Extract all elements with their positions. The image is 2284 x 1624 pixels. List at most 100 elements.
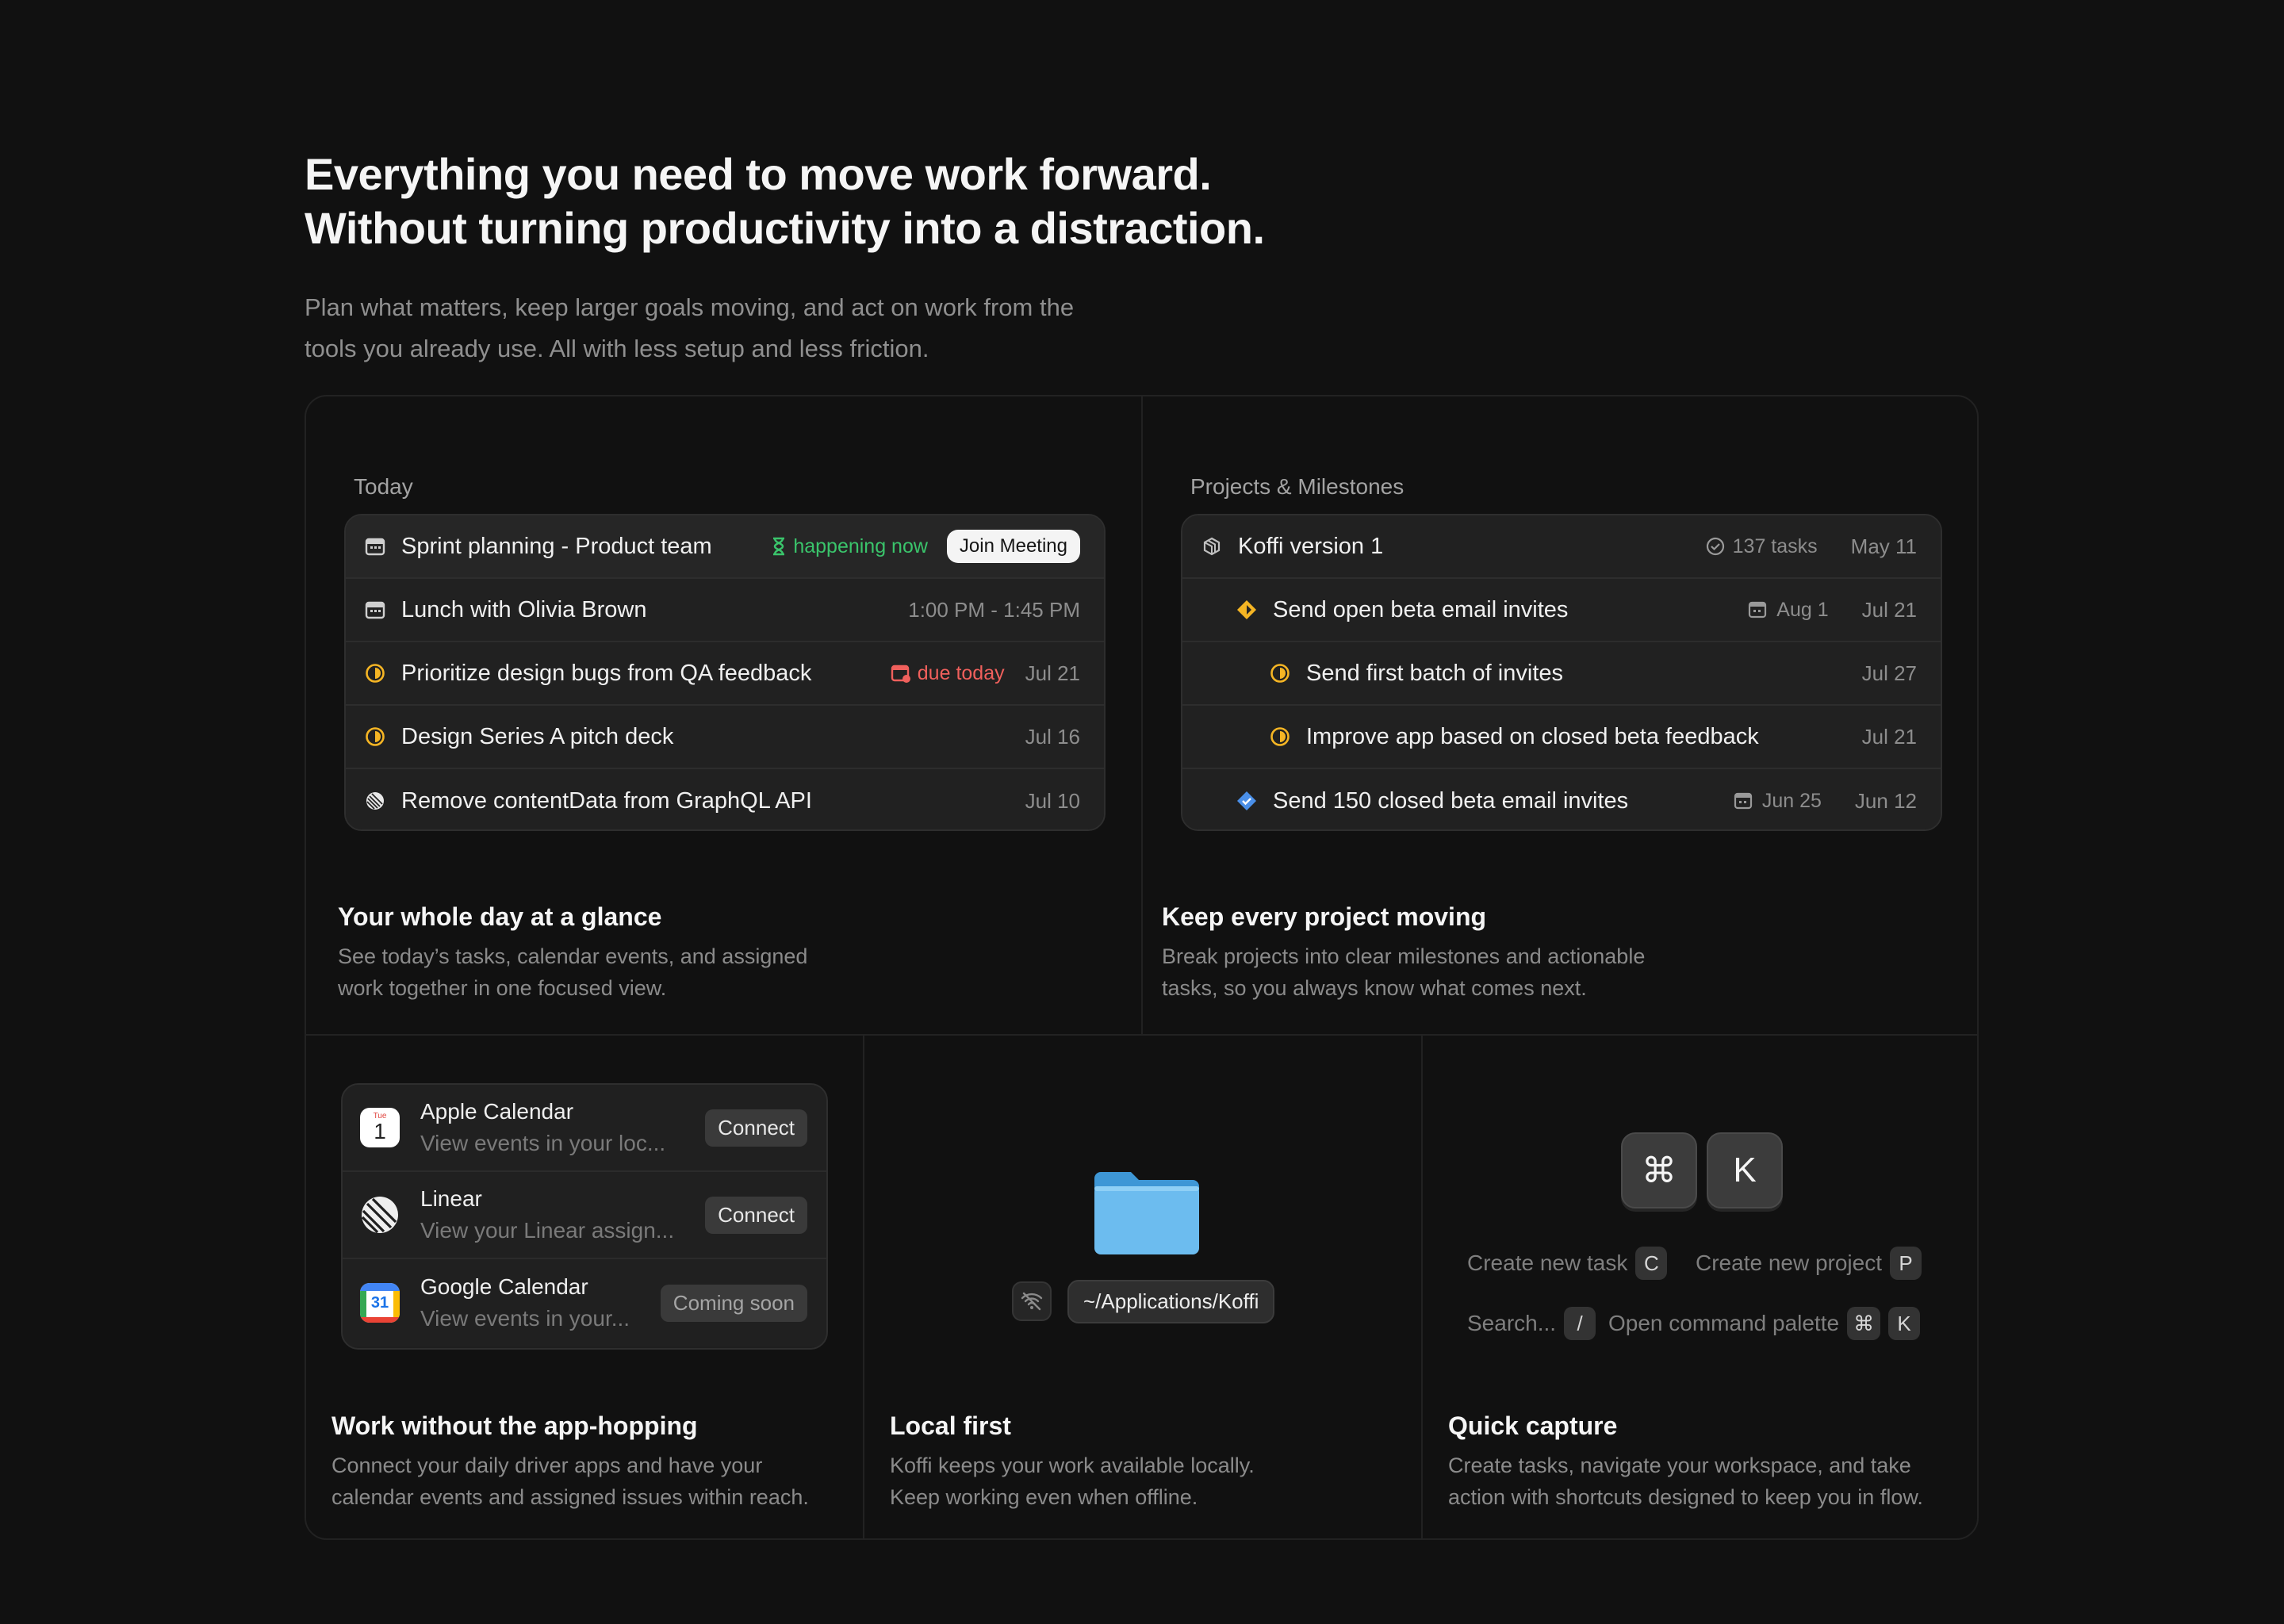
list-item[interactable]: Send open beta email invites Aug 1 Jul 2… bbox=[1182, 579, 1941, 642]
list-item[interactable]: Send first batch of invites Jul 27 bbox=[1182, 642, 1941, 706]
join-meeting-button[interactable]: Join Meeting bbox=[946, 530, 1080, 563]
hero-title: Everything you need to move work forward… bbox=[305, 149, 1265, 253]
in-progress-icon bbox=[363, 661, 387, 685]
command-key: ⌘ bbox=[1621, 1132, 1697, 1208]
task-title: Improve app based on closed beta feedbac… bbox=[1306, 723, 1759, 749]
in-progress-icon bbox=[1268, 661, 1292, 685]
hourglass-icon bbox=[773, 537, 785, 556]
list-item[interactable]: Design Series A pitch deck Jul 16 bbox=[346, 706, 1104, 769]
feature-grid: Today Sprint planning - Product team hap… bbox=[305, 395, 1979, 1540]
shortcut-create-task[interactable]: Create new task C bbox=[1467, 1247, 1668, 1280]
issue-date: Jul 10 bbox=[1025, 788, 1080, 813]
list-item[interactable]: Lunch with Olivia Brown 1:00 PM - 1:45 P… bbox=[346, 579, 1104, 642]
target-date: Aug 1 bbox=[1748, 599, 1829, 622]
shortcut-command-palette[interactable]: Open command palette ⌘ K bbox=[1608, 1307, 1921, 1340]
milestone-date: Jun 12 bbox=[1854, 788, 1917, 813]
feature-title: Local first bbox=[890, 1411, 1011, 1440]
feature-description: Break projects into clear milestones and… bbox=[1162, 944, 1646, 1000]
project-icon bbox=[1200, 534, 1224, 558]
list-item[interactable]: Send 150 closed beta email invites Jun 2… bbox=[1182, 769, 1941, 829]
milestone-icon bbox=[1235, 598, 1259, 622]
feature-description: See today’s tasks, calendar events, and … bbox=[338, 944, 808, 1000]
feature-description: Koffi keeps your work available locally.… bbox=[890, 1454, 1255, 1509]
key-hint: K bbox=[1888, 1307, 1921, 1340]
integrations-card: Tue 1 Apple Calendar View events in your… bbox=[306, 1036, 863, 1538]
task-title: Design Series A pitch deck bbox=[401, 723, 674, 749]
integration-row: Linear View your Linear assign... Connec… bbox=[343, 1172, 826, 1259]
integration-name: Apple Calendar bbox=[420, 1099, 574, 1124]
today-label: Today bbox=[354, 474, 413, 499]
calendar-icon bbox=[363, 534, 387, 558]
key-hint: C bbox=[1635, 1247, 1668, 1280]
feature-title: Quick capture bbox=[1448, 1411, 1618, 1440]
key-hint: P bbox=[1890, 1247, 1922, 1280]
integration-name: Google Calendar bbox=[420, 1274, 588, 1299]
feature-title: Keep every project moving bbox=[1162, 902, 1487, 931]
in-progress-icon bbox=[363, 725, 387, 749]
k-key: K bbox=[1707, 1132, 1783, 1208]
calendar-icon bbox=[1749, 601, 1767, 619]
projects-label: Projects & Milestones bbox=[1190, 474, 1405, 499]
event-time: 1:00 PM - 1:45 PM bbox=[908, 597, 1080, 622]
google-calendar-icon: 31 bbox=[360, 1283, 400, 1323]
projects-card: Projects & Milestones Koffi version 1 13… bbox=[1143, 396, 1977, 1034]
today-card: Today Sprint planning - Product team hap… bbox=[306, 396, 1141, 1034]
shortcut-create-project[interactable]: Create new project P bbox=[1696, 1247, 1922, 1280]
coming-soon-badge: Coming soon bbox=[660, 1284, 807, 1322]
feature-description: Create tasks, navigate your workspace, a… bbox=[1448, 1454, 1923, 1509]
today-panel: Sprint planning - Product team happening… bbox=[344, 514, 1106, 831]
check-circle-icon bbox=[1706, 537, 1724, 556]
integrations-panel: Tue 1 Apple Calendar View events in your… bbox=[341, 1083, 828, 1350]
hero-subtitle: Plan what matters, keep larger goals mov… bbox=[305, 293, 1075, 362]
integration-row: 31 Google Calendar View events in your..… bbox=[343, 1259, 826, 1346]
feature-title: Your whole day at a glance bbox=[338, 902, 662, 931]
project-title: Koffi version 1 bbox=[1238, 533, 1384, 559]
task-title: Send first batch of invites bbox=[1306, 660, 1563, 686]
in-progress-icon bbox=[1268, 725, 1292, 749]
wifi-off-icon bbox=[1012, 1281, 1052, 1321]
task-date: Jul 21 bbox=[1861, 724, 1917, 749]
calendar-icon bbox=[363, 598, 387, 622]
hero: Everything you need to move work forward… bbox=[305, 147, 1573, 370]
shortcut-search[interactable]: Search... / bbox=[1467, 1307, 1596, 1340]
list-item[interactable]: Koffi version 1 137 tasks May 11 bbox=[1182, 515, 1941, 579]
feature-title: Work without the app-hopping bbox=[331, 1411, 698, 1440]
status-badge: happening now bbox=[771, 535, 928, 558]
quick-capture-card: ⌘ K Create new task C Create new project… bbox=[1423, 1036, 1977, 1538]
target-date: Jun 25 bbox=[1734, 790, 1822, 813]
task-date: Jul 27 bbox=[1861, 661, 1917, 685]
milestone-title: Send 150 closed beta email invites bbox=[1273, 787, 1629, 814]
linear-icon bbox=[363, 789, 387, 813]
integration-description: View events in your loc... bbox=[420, 1131, 666, 1155]
milestone-done-icon bbox=[1235, 789, 1259, 813]
folder-icon bbox=[1091, 1169, 1202, 1262]
task-date: Jul 16 bbox=[1025, 724, 1080, 749]
connect-button[interactable]: Connect bbox=[705, 1109, 807, 1147]
local-first-card: ~/Applications/Koffi Local first Koffi k… bbox=[864, 1036, 1421, 1538]
project-date: May 11 bbox=[1850, 534, 1917, 558]
list-item[interactable]: Improve app based on closed beta feedbac… bbox=[1182, 706, 1941, 769]
task-title: Prioritize design bugs from QA feedback bbox=[401, 660, 812, 686]
task-count: 137 tasks bbox=[1706, 535, 1818, 558]
integration-description: View events in your... bbox=[420, 1306, 630, 1331]
list-item[interactable]: Sprint planning - Product team happening… bbox=[346, 515, 1104, 579]
integration-description: View your Linear assign... bbox=[420, 1218, 675, 1243]
integration-row: Tue 1 Apple Calendar View events in your… bbox=[343, 1085, 826, 1172]
apple-calendar-icon: Tue 1 bbox=[360, 1108, 400, 1147]
calendar-icon bbox=[1734, 792, 1752, 810]
list-item[interactable]: Prioritize design bugs from QA feedback … bbox=[346, 642, 1104, 706]
linear-icon bbox=[360, 1195, 400, 1235]
list-item[interactable]: Remove contentData from GraphQL API Jul … bbox=[346, 769, 1104, 829]
feature-description: Connect your daily driver apps and have … bbox=[331, 1454, 809, 1509]
connect-button[interactable]: Connect bbox=[705, 1196, 807, 1234]
event-title: Sprint planning - Product team bbox=[401, 533, 712, 559]
task-date: Jul 21 bbox=[1025, 661, 1080, 685]
projects-panel: Koffi version 1 137 tasks May 11 Send op… bbox=[1181, 514, 1942, 831]
issue-title: Remove contentData from GraphQL API bbox=[401, 787, 812, 814]
key-hint: ⌘ bbox=[1847, 1307, 1881, 1340]
event-title: Lunch with Olivia Brown bbox=[401, 596, 647, 622]
milestone-title: Send open beta email invites bbox=[1273, 596, 1569, 622]
due-badge: due today bbox=[891, 662, 1005, 685]
app-path: ~/Applications/Koffi bbox=[1067, 1280, 1275, 1323]
milestone-date: Jul 21 bbox=[1861, 597, 1917, 622]
